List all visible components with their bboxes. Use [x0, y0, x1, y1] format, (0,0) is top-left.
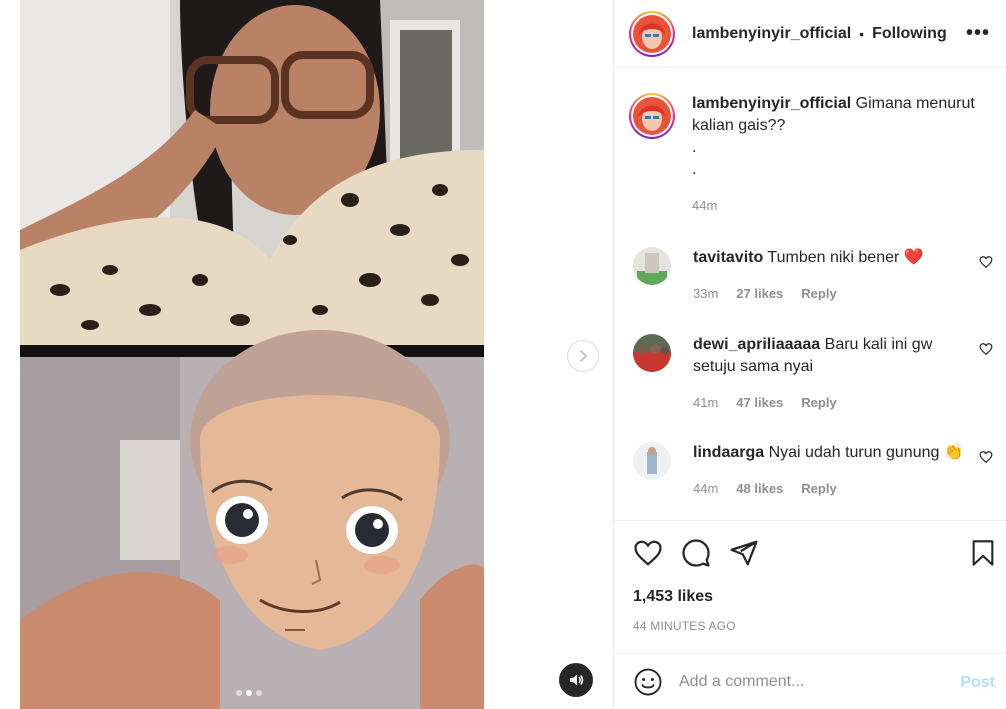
- carousel-indicator: [236, 690, 262, 696]
- comment-like-heart-icon[interactable]: [979, 255, 993, 269]
- red-heart-emoji-icon: ❤️: [903, 249, 924, 266]
- comment-username[interactable]: lindaarga: [693, 444, 764, 461]
- like-heart-icon[interactable]: [633, 538, 663, 568]
- post-time-ago[interactable]: 44 MINUTES AGO: [633, 619, 736, 633]
- more-horizontal-icon[interactable]: •••: [966, 22, 990, 45]
- comment-time[interactable]: 44m: [693, 478, 718, 500]
- post-header: lambenyinyir_official • Following •••: [614, 0, 1006, 68]
- caption-username[interactable]: lambenyinyir_official: [692, 95, 851, 112]
- reply-button[interactable]: Reply: [801, 478, 836, 500]
- commenter-avatar[interactable]: [633, 442, 671, 480]
- comment-meta: 44m 48 likes Reply: [693, 478, 973, 500]
- comment-input[interactable]: [679, 672, 939, 691]
- bookmark-icon[interactable]: [969, 538, 997, 568]
- comment-time[interactable]: 41m: [693, 392, 718, 414]
- reply-button[interactable]: Reply: [801, 392, 836, 414]
- comment-item: dewi_apriliaaaaa Baru kali ini gw setuju…: [633, 334, 993, 414]
- comment-likes[interactable]: 47 likes: [736, 392, 783, 414]
- comment-meta: 41m 47 likes Reply: [693, 392, 973, 414]
- carousel-dot: [236, 690, 242, 696]
- carousel-dot: [256, 690, 262, 696]
- caption-text-block: lambenyinyir_official Gimana menurut kal…: [692, 93, 992, 217]
- separator-dot: •: [859, 25, 865, 42]
- comment-time[interactable]: 33m: [693, 283, 718, 305]
- following-button[interactable]: Following: [872, 25, 947, 43]
- caption-line: .: [692, 139, 697, 156]
- comment-like-heart-icon[interactable]: [979, 450, 993, 464]
- comments-list[interactable]: lambenyinyir_official Gimana menurut kal…: [614, 69, 1006, 520]
- author-username[interactable]: lambenyinyir_official: [692, 25, 851, 43]
- comment-bubble-icon[interactable]: [681, 538, 711, 568]
- share-send-icon[interactable]: [729, 538, 759, 568]
- next-slide-button[interactable]: [567, 340, 599, 372]
- post-comment-button[interactable]: Post: [960, 674, 995, 692]
- post-details-panel: lambenyinyir_official • Following ••• la…: [613, 0, 1006, 709]
- caption-avatar[interactable]: [629, 93, 675, 139]
- speaker-icon: [570, 674, 584, 686]
- caption-time[interactable]: 44m: [692, 195, 992, 217]
- commenter-avatar[interactable]: [633, 334, 671, 372]
- chevron-right-icon: [580, 350, 588, 362]
- avatar-illustration: [633, 14, 671, 53]
- emoji-smiley-icon[interactable]: [633, 667, 663, 697]
- comment-body: tavitavito Tumben niki bener ❤️ 33m 27 l…: [693, 247, 973, 305]
- comment-meta: 33m 27 likes Reply: [693, 283, 973, 305]
- sound-toggle-button[interactable]: [559, 663, 593, 697]
- post-caption: lambenyinyir_official Gimana menurut kal…: [629, 93, 992, 217]
- post-video[interactable]: [20, 0, 484, 709]
- comment-text: Tumben niki bener: [767, 249, 900, 266]
- clapping-hands-emoji-icon: 👏: [943, 444, 964, 461]
- comment-username[interactable]: dewi_apriliaaaaa: [693, 336, 820, 353]
- video-frame: [20, 0, 484, 709]
- likes-count[interactable]: 1,453 likes: [633, 588, 713, 606]
- avatar-illustration: [633, 97, 671, 135]
- action-icons: [633, 538, 759, 568]
- comment-body: dewi_apriliaaaaa Baru kali ini gw setuju…: [693, 334, 973, 414]
- media-area: [0, 0, 613, 709]
- comment-text: Nyai udah turun gunung: [768, 444, 940, 461]
- comment-body: lindaarga Nyai udah turun gunung 👏 44m 4…: [693, 442, 973, 500]
- comment-like-heart-icon[interactable]: [979, 342, 993, 356]
- carousel-dot-active: [246, 690, 252, 696]
- author-avatar[interactable]: [629, 10, 675, 57]
- comment-item: tavitavito Tumben niki bener ❤️ 33m 27 l…: [633, 247, 993, 305]
- comment-likes[interactable]: 48 likes: [736, 478, 783, 500]
- reply-button[interactable]: Reply: [801, 283, 836, 305]
- add-comment-bar: Post: [614, 653, 1006, 709]
- comment-username[interactable]: tavitavito: [693, 249, 763, 266]
- avatar-image: [633, 14, 671, 53]
- comment-likes[interactable]: 27 likes: [736, 283, 783, 305]
- caption-line: .: [692, 161, 697, 178]
- commenter-avatar[interactable]: [633, 247, 671, 285]
- post-actions: 1,453 likes 44 MINUTES AGO: [614, 520, 1006, 653]
- comment-item: lindaarga Nyai udah turun gunung 👏 44m 4…: [633, 442, 993, 500]
